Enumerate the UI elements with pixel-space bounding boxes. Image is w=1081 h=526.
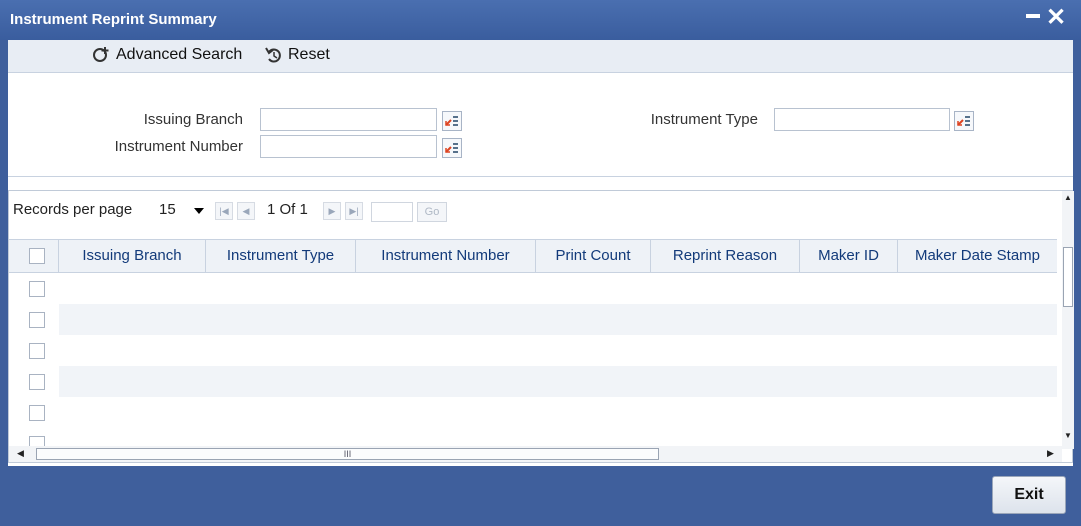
reset-icon xyxy=(265,47,281,63)
title-bar: Instrument Reprint Summary ✕ xyxy=(0,0,1081,40)
toolbar: Advanced Search Reset xyxy=(8,40,1073,73)
instrument-type-label: Instrument Type xyxy=(650,111,758,128)
instrument-type-lov-icon[interactable] xyxy=(954,111,974,131)
table-row[interactable] xyxy=(59,304,1057,335)
column-instrument-type[interactable]: Instrument Type xyxy=(206,240,356,272)
page-info: 1 Of 1 xyxy=(267,201,308,218)
column-print-count[interactable]: Print Count xyxy=(536,240,651,272)
first-page-icon[interactable]: |◀ xyxy=(215,202,233,220)
next-page-icon[interactable]: ▶ xyxy=(323,202,341,220)
instrument-type-input[interactable] xyxy=(774,108,950,131)
results-grid: Records per page 15 |◀ ◀ 1 Of 1 ▶ ▶| Go … xyxy=(8,190,1074,463)
vertical-scrollbar[interactable]: ▲ ▼ xyxy=(1062,191,1074,449)
vertical-scroll-thumb[interactable] xyxy=(1063,247,1073,307)
advanced-search-button[interactable]: Advanced Search xyxy=(92,46,242,64)
window-right-border xyxy=(1073,40,1081,466)
header-checkbox-cell xyxy=(9,240,59,272)
row-checkbox[interactable] xyxy=(29,405,45,421)
table-row[interactable] xyxy=(59,397,1057,428)
scroll-down-icon[interactable]: ▼ xyxy=(1064,431,1072,440)
records-per-page-label: Records per page xyxy=(13,201,133,218)
row-checkbox[interactable] xyxy=(29,312,45,328)
window-title: Instrument Reprint Summary xyxy=(10,11,217,28)
footer-bar: Exit xyxy=(0,466,1081,526)
advanced-search-label: Advanced Search xyxy=(116,46,243,63)
row-checkbox[interactable] xyxy=(29,436,45,446)
table-row[interactable] xyxy=(59,273,1057,304)
close-icon[interactable]: ✕ xyxy=(1046,3,1066,32)
reset-label: Reset xyxy=(288,46,330,63)
row-checkbox[interactable] xyxy=(29,343,45,359)
scroll-right-icon[interactable]: ▶ xyxy=(1047,448,1054,459)
horizontal-scrollbar[interactable]: ◀ III ▶ xyxy=(9,446,1062,462)
reset-button[interactable]: Reset xyxy=(264,46,330,64)
issuing-branch-input[interactable] xyxy=(260,108,437,131)
instrument-number-lov-icon[interactable] xyxy=(442,138,462,158)
minimize-icon[interactable] xyxy=(1026,14,1040,18)
row-checkbox[interactable] xyxy=(29,281,45,297)
search-panel: Issuing Branch Instrument Number Instrum… xyxy=(8,73,1073,177)
previous-page-icon[interactable]: ◀ xyxy=(237,202,255,220)
issuing-branch-lov-icon[interactable] xyxy=(442,111,462,131)
column-maker-id[interactable]: Maker ID xyxy=(800,240,898,272)
table-row[interactable] xyxy=(59,366,1057,397)
advanced-search-icon xyxy=(93,47,109,62)
chevron-down-icon[interactable] xyxy=(194,208,204,214)
table-header: Issuing Branch Instrument Type Instrumen… xyxy=(9,239,1057,273)
row-checkbox[interactable] xyxy=(29,374,45,390)
window-left-border xyxy=(0,40,8,466)
go-button[interactable]: Go xyxy=(417,202,447,222)
column-issuing-branch[interactable]: Issuing Branch xyxy=(59,240,206,272)
page-number-input[interactable] xyxy=(371,202,413,222)
pagination-bar: Records per page 15 |◀ ◀ 1 Of 1 ▶ ▶| Go xyxy=(9,191,1057,225)
records-per-page-select[interactable]: 15 xyxy=(159,201,176,218)
last-page-icon[interactable]: ▶| xyxy=(345,202,363,220)
table-row[interactable] xyxy=(59,335,1057,366)
column-reprint-reason[interactable]: Reprint Reason xyxy=(651,240,800,272)
exit-button[interactable]: Exit xyxy=(992,476,1066,514)
column-maker-date-stamp[interactable]: Maker Date Stamp xyxy=(898,240,1057,272)
instrument-number-label: Instrument Number xyxy=(114,138,243,155)
scroll-up-icon[interactable]: ▲ xyxy=(1064,193,1072,202)
instrument-number-input[interactable] xyxy=(260,135,437,158)
horizontal-scroll-thumb[interactable]: III xyxy=(36,448,659,460)
column-instrument-number[interactable]: Instrument Number xyxy=(356,240,536,272)
issuing-branch-label: Issuing Branch xyxy=(143,111,243,128)
scroll-left-icon[interactable]: ◀ xyxy=(17,448,24,459)
